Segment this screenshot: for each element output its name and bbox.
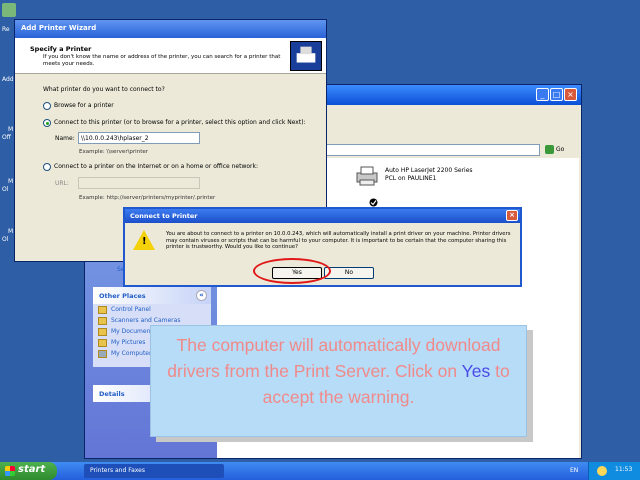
collapse-icon[interactable]: « bbox=[196, 290, 207, 301]
other-places-title: Other Places bbox=[99, 292, 146, 300]
taskbar-item-label: Printers and Faxes bbox=[90, 467, 145, 474]
printer-icon bbox=[356, 166, 378, 186]
browse-label: Browse for a printer bbox=[54, 102, 114, 109]
folder-icon bbox=[98, 339, 107, 347]
highlight-circle bbox=[253, 258, 331, 284]
wizard-header: Specify a Printer If you don't know the … bbox=[15, 38, 326, 74]
desktop-icon-label: Add bbox=[2, 76, 14, 83]
printer-name: Auto HP LaserJet 2200 Series bbox=[385, 167, 473, 174]
sidebar-item-label: Scanners and Cameras bbox=[111, 317, 181, 324]
desktop-icon-label: Ol bbox=[2, 186, 9, 193]
clock[interactable]: 11:53 bbox=[615, 466, 632, 473]
start-label: start bbox=[18, 464, 46, 475]
connect-radio[interactable] bbox=[43, 119, 51, 127]
url-example: Example: http://server/printers/myprinte… bbox=[79, 195, 216, 201]
go-label: Go bbox=[556, 146, 565, 153]
desktop-icon-label: M bbox=[8, 178, 14, 185]
wizard-question: What printer do you want to connect to? bbox=[43, 86, 165, 93]
other-places-header[interactable]: Other Places « bbox=[93, 287, 211, 304]
warning-exclamation: ! bbox=[142, 236, 147, 247]
scanner-icon bbox=[98, 317, 107, 325]
help-icon[interactable] bbox=[597, 466, 607, 476]
printer-wizard-icon bbox=[290, 41, 322, 71]
dialog-message: You are about to connect to a printer on… bbox=[166, 231, 511, 250]
name-label: Name: bbox=[55, 135, 75, 142]
windows-logo-icon bbox=[5, 466, 15, 476]
close-icon[interactable]: × bbox=[506, 210, 518, 221]
sidebar-item-label: My Pictures bbox=[111, 339, 146, 346]
printer-location: PCL on PAULINE1 bbox=[385, 175, 437, 182]
system-tray: 11:53 bbox=[588, 462, 640, 480]
dialog-titlebar[interactable]: Connect to Printer × bbox=[125, 209, 520, 223]
details-title: Details bbox=[99, 390, 125, 398]
go-arrow-icon bbox=[545, 145, 554, 154]
control-panel-icon bbox=[98, 306, 107, 314]
desktop-icon-label: M bbox=[8, 228, 14, 235]
dialog-title: Connect to Printer bbox=[130, 212, 198, 220]
taskbar: start Printers and Faxes EN 11:53 bbox=[0, 462, 640, 480]
callout-text-before: The computer will automatically download… bbox=[167, 335, 501, 381]
folder-icon bbox=[98, 328, 107, 336]
wizard-subheading: If you don't know the name or address of… bbox=[43, 54, 281, 67]
browse-radio[interactable] bbox=[43, 102, 51, 110]
recycle-bin-icon[interactable] bbox=[2, 3, 16, 17]
go-button[interactable]: Go bbox=[545, 144, 577, 156]
internet-label: Connect to a printer on the Internet or … bbox=[54, 163, 258, 170]
internet-radio[interactable] bbox=[43, 163, 51, 171]
desktop-icon-label: M bbox=[8, 126, 14, 133]
wizard-titlebar[interactable]: Add Printer Wizard bbox=[15, 20, 326, 38]
sidebar-item-control-panel[interactable]: Control Panel bbox=[93, 304, 211, 315]
no-button[interactable]: No bbox=[324, 267, 374, 279]
sidebar-item-label: Control Panel bbox=[111, 306, 151, 313]
url-label: URL: bbox=[55, 180, 69, 187]
start-button[interactable]: start bbox=[0, 462, 57, 480]
url-field bbox=[78, 177, 200, 189]
minimize-button[interactable]: _ bbox=[536, 88, 549, 101]
close-button[interactable]: × bbox=[564, 88, 577, 101]
callout-highlight: Yes bbox=[461, 361, 491, 381]
desktop-icon-label: Off bbox=[2, 134, 11, 141]
instruction-callout: The computer will automatically download… bbox=[150, 325, 527, 437]
desktop-icon-label: Re bbox=[2, 26, 10, 33]
maximize-button[interactable]: □ bbox=[550, 88, 563, 101]
taskbar-item-printers[interactable]: Printers and Faxes bbox=[84, 464, 224, 478]
wizard-heading: Specify a Printer bbox=[30, 45, 92, 53]
computer-icon bbox=[98, 350, 107, 358]
default-check-icon bbox=[369, 198, 378, 207]
connect-label: Connect to this printer (or to browse fo… bbox=[54, 119, 306, 126]
printer-name-field[interactable]: \\10.0.0.243\hplaser_2 bbox=[78, 132, 200, 144]
sidebar-item-label: My Computer bbox=[111, 350, 152, 357]
desktop-icon-label: Ol bbox=[2, 236, 9, 243]
name-example: Example: \\server\printer bbox=[79, 149, 148, 155]
language-indicator[interactable]: EN bbox=[570, 467, 578, 474]
